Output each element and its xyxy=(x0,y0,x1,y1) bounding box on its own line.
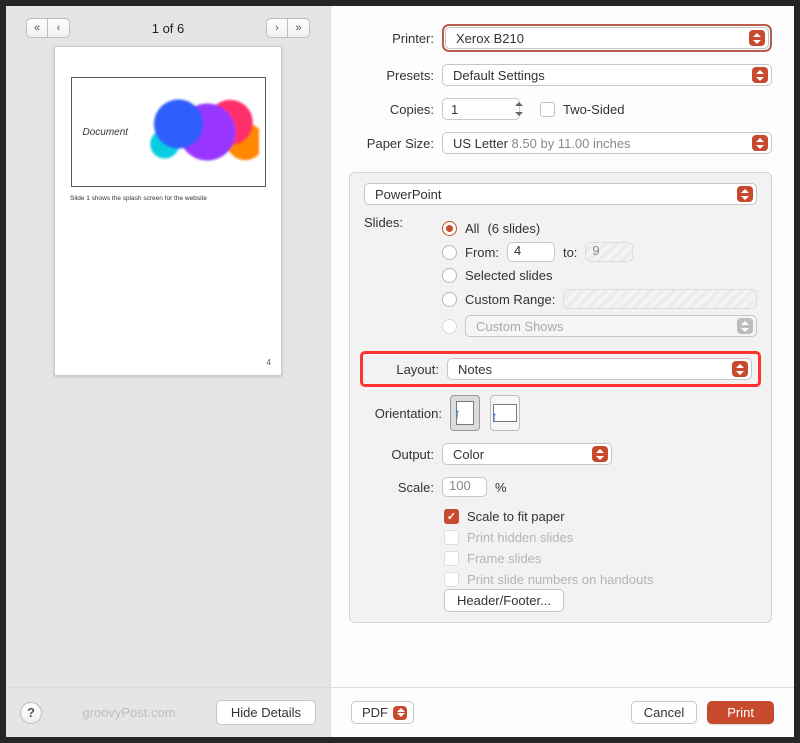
frame-slides-label: Frame slides xyxy=(467,551,541,566)
paper-size-select[interactable]: US Letter 8.50 by 11.00 inches xyxy=(442,132,772,154)
chk-slide-numbers xyxy=(444,572,459,587)
scale-suffix: % xyxy=(495,480,507,495)
chevron-updown-icon xyxy=(732,361,748,377)
orientation-portrait[interactable]: ↑ xyxy=(450,395,480,431)
presets-select[interactable]: Default Settings xyxy=(442,64,772,86)
slide-title: Document xyxy=(78,127,144,138)
scale-input[interactable]: 100 xyxy=(442,477,487,497)
radio-all[interactable] xyxy=(442,221,457,236)
from-label: From: xyxy=(465,245,499,260)
slide-numbers-label: Print slide numbers on handouts xyxy=(467,572,653,587)
page-thumbnail: Document Slide 1 shows the splash screen… xyxy=(54,46,282,376)
to-input[interactable]: 9 xyxy=(585,242,633,262)
copies-stepper[interactable] xyxy=(512,99,526,119)
chk-scale-fit[interactable] xyxy=(444,509,459,524)
radio-selected[interactable] xyxy=(442,268,457,283)
custom-range-label: Custom Range: xyxy=(465,292,555,307)
chevron-updown-icon xyxy=(737,318,753,334)
preview-pane: « ‹ 1 of 6 › » Document Slide 1 shows th… xyxy=(6,6,331,687)
chevron-down-icon xyxy=(393,706,407,720)
hide-details-button[interactable]: Hide Details xyxy=(216,700,316,725)
chevron-updown-icon xyxy=(592,446,608,462)
slides-label: Slides: xyxy=(364,215,434,343)
two-sided-label: Two-Sided xyxy=(563,102,624,117)
printer-select[interactable]: Xerox B210 xyxy=(445,27,769,49)
slide-notes: Slide 1 shows the splash screen for the … xyxy=(55,195,207,202)
to-label: to: xyxy=(563,245,577,260)
nav-last-button[interactable]: » xyxy=(288,18,310,38)
custom-range-input[interactable] xyxy=(563,289,757,309)
header-footer-button[interactable]: Header/Footer... xyxy=(444,589,564,612)
chevron-updown-icon xyxy=(737,186,753,202)
app-select[interactable]: PowerPoint xyxy=(364,183,757,205)
layout-label: Layout: xyxy=(369,362,439,377)
app-options-panel: PowerPoint Slides: All (6 slides) From: xyxy=(349,172,772,623)
radio-from[interactable] xyxy=(442,245,457,260)
pdf-menu-button[interactable]: PDF xyxy=(351,701,414,724)
radio-custom-range[interactable] xyxy=(442,292,457,307)
hidden-slides-label: Print hidden slides xyxy=(467,530,573,545)
help-button[interactable]: ? xyxy=(20,702,42,724)
chk-frame xyxy=(444,551,459,566)
all-label: All xyxy=(465,221,479,236)
print-button[interactable]: Print xyxy=(707,701,774,724)
chk-hidden xyxy=(444,530,459,545)
copies-input[interactable]: 1 xyxy=(442,98,520,120)
copies-label: Copies: xyxy=(349,102,434,117)
cancel-button[interactable]: Cancel xyxy=(631,701,697,724)
selected-slides-label: Selected slides xyxy=(465,268,552,283)
orientation-label: Orientation: xyxy=(364,406,442,421)
printer-label: Printer: xyxy=(349,31,434,46)
all-count: (6 slides) xyxy=(487,221,540,236)
nav-next-button[interactable]: › xyxy=(266,18,288,38)
output-label: Output: xyxy=(364,447,434,462)
chevron-updown-icon xyxy=(752,67,768,83)
thumb-page-number: 4 xyxy=(267,358,271,367)
page-counter: 1 of 6 xyxy=(152,21,185,36)
brand-watermark: groovyPost.com xyxy=(82,705,175,720)
scale-label: Scale: xyxy=(364,480,434,495)
two-sided-checkbox[interactable] xyxy=(540,102,555,117)
paper-size-label: Paper Size: xyxy=(349,136,434,151)
radio-custom-shows xyxy=(442,319,457,334)
options-pane: Printer: Xerox B210 Presets: Default Set… xyxy=(331,6,794,687)
chevron-updown-icon xyxy=(752,135,768,151)
presets-label: Presets: xyxy=(349,68,434,83)
scale-fit-label: Scale to fit paper xyxy=(467,509,565,524)
layout-select[interactable]: Notes xyxy=(447,358,752,380)
nav-first-button[interactable]: « xyxy=(26,18,48,38)
orientation-landscape[interactable]: ↑ xyxy=(490,395,520,431)
splash-art-icon xyxy=(144,92,259,172)
custom-shows-select: Custom Shows xyxy=(465,315,757,337)
from-input[interactable]: 4 xyxy=(507,242,555,262)
output-select[interactable]: Color xyxy=(442,443,612,465)
nav-prev-button[interactable]: ‹ xyxy=(48,18,70,38)
chevron-updown-icon xyxy=(749,30,765,46)
